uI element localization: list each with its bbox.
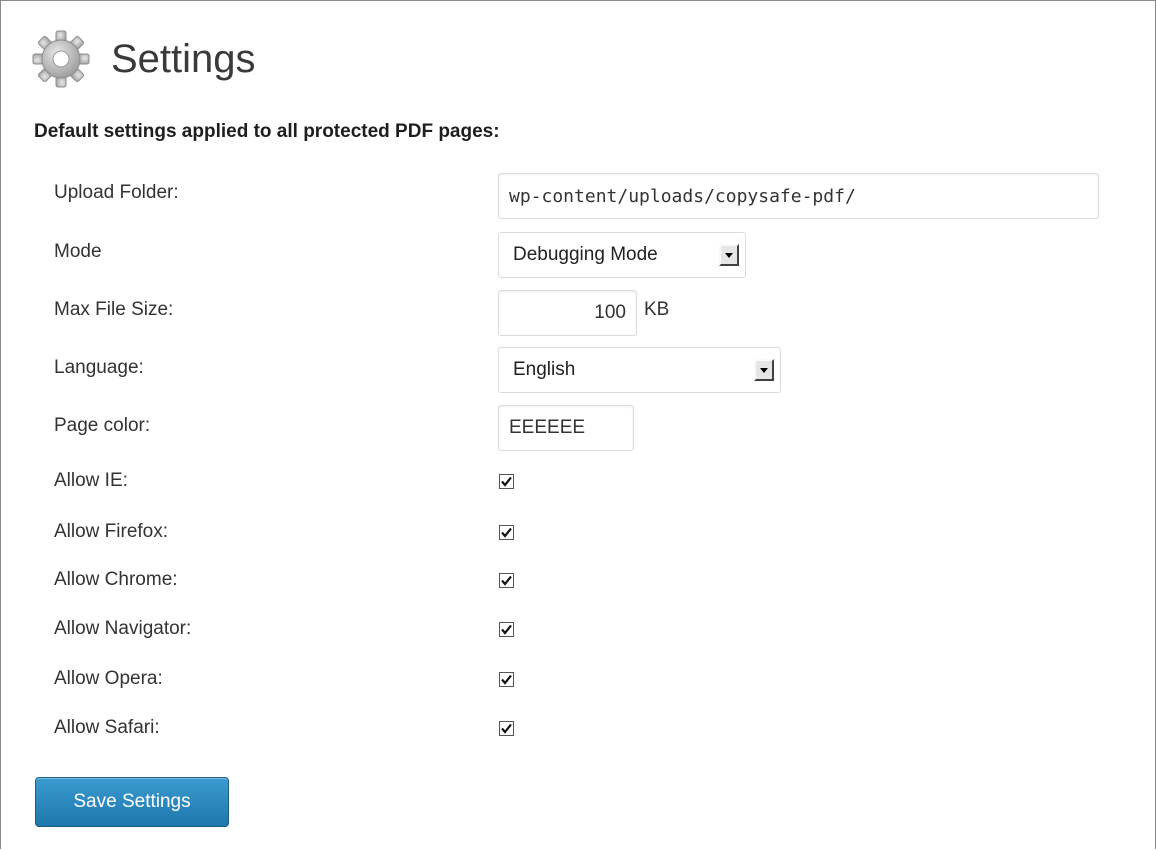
page-title: Settings [111, 36, 256, 81]
page-color-input[interactable]: EEEEEE [498, 405, 634, 451]
allow-chrome-label: Allow Chrome: [54, 569, 178, 590]
checkmark-icon [501, 527, 512, 538]
mode-dropdown-arrow-icon[interactable] [719, 244, 739, 266]
page-color-value: EEEEEE [509, 417, 586, 438]
save-settings-button[interactable]: Save Settings [35, 777, 229, 827]
upload-folder-label: Upload Folder: [54, 182, 179, 203]
allow-chrome-checkbox[interactable] [499, 573, 514, 588]
checkmark-icon [501, 476, 512, 487]
allow-safari-label: Allow Safari: [54, 717, 160, 738]
gear-icon [32, 30, 90, 88]
settings-description: Default settings applied to all protecte… [34, 121, 500, 142]
upload-folder-value: wp-content/uploads/copysafe-pdf/ [509, 185, 856, 207]
page-color-label: Page color: [54, 415, 151, 436]
settings-panel: Settings Default settings applied to all… [0, 0, 1156, 849]
allow-navigator-label: Allow Navigator: [54, 618, 192, 639]
max-file-size-unit: KB [644, 299, 670, 320]
checkmark-icon [501, 723, 512, 734]
mode-value: Debugging Mode [513, 244, 658, 265]
page-header: Settings [31, 29, 256, 89]
checkmark-icon [501, 575, 512, 586]
max-file-size-input[interactable]: 100 [498, 290, 637, 336]
max-file-size-label: Max File Size: [54, 299, 174, 320]
max-file-size-value: 100 [594, 302, 626, 323]
allow-firefox-label: Allow Firefox: [54, 521, 169, 542]
language-select[interactable]: English [498, 347, 781, 393]
allow-navigator-checkbox[interactable] [499, 622, 514, 637]
upload-folder-input[interactable]: wp-content/uploads/copysafe-pdf/ [498, 173, 1099, 219]
mode-label: Mode [54, 241, 102, 262]
allow-opera-checkbox[interactable] [499, 672, 514, 687]
allow-ie-label: Allow IE: [54, 470, 128, 491]
allow-ie-checkbox[interactable] [499, 474, 514, 489]
mode-select[interactable]: Debugging Mode [498, 232, 746, 278]
language-value: English [513, 359, 576, 380]
checkmark-icon [501, 674, 512, 685]
checkmark-icon [501, 624, 512, 635]
allow-safari-checkbox[interactable] [499, 721, 514, 736]
language-dropdown-arrow-icon[interactable] [754, 359, 774, 381]
allow-opera-label: Allow Opera: [54, 668, 163, 689]
language-label: Language: [54, 357, 144, 378]
allow-firefox-checkbox[interactable] [499, 525, 514, 540]
